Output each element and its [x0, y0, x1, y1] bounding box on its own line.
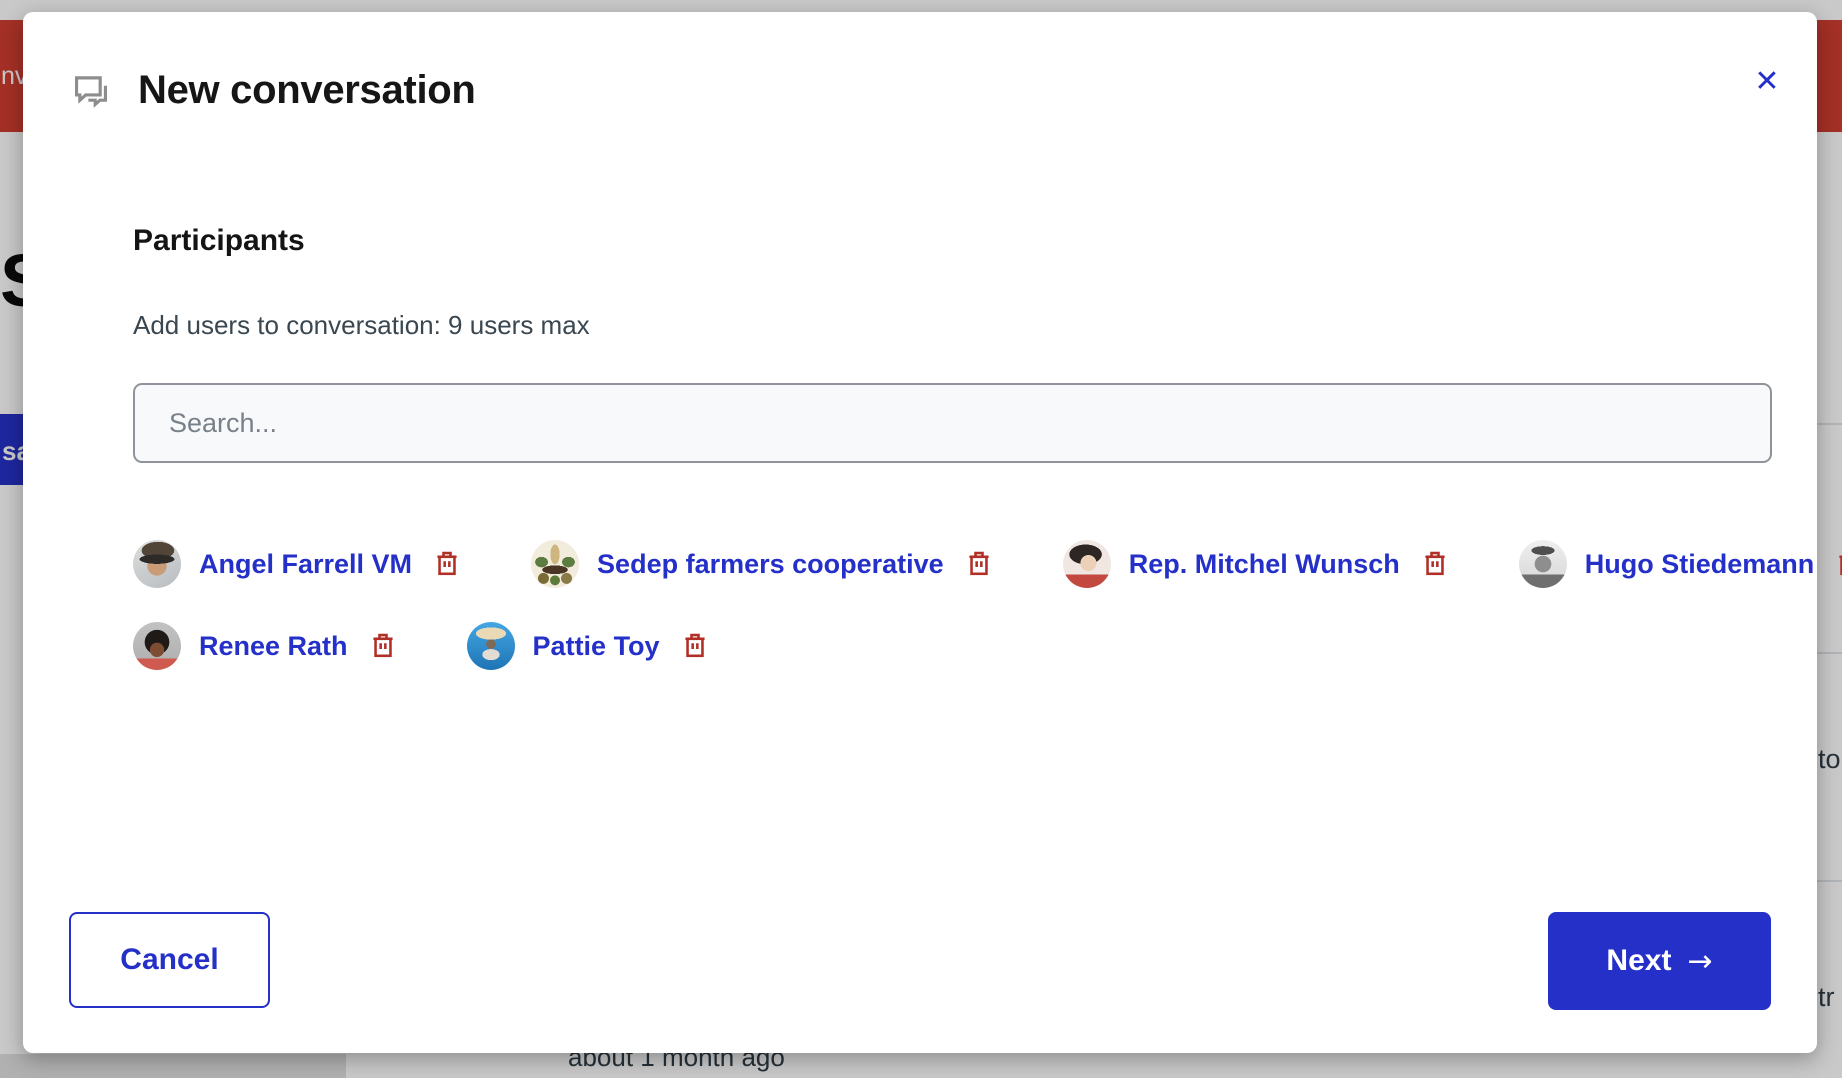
participants-list: Angel Farrell VM Sedep farmers cooperati… [133, 540, 1771, 704]
next-button-label: Next [1606, 944, 1671, 978]
trash-icon[interactable] [1835, 550, 1842, 578]
avatar [1063, 540, 1111, 588]
participant-item: Hugo Stiedemann [1519, 540, 1842, 588]
participant-name-link[interactable]: Pattie Toy [533, 631, 660, 662]
next-button[interactable]: Next → [1548, 912, 1771, 1010]
participant-name-link[interactable]: Angel Farrell VM [199, 549, 412, 580]
participants-description: Add users to conversation: 9 users max [133, 310, 590, 341]
participants-heading: Participants [133, 224, 305, 258]
trash-icon[interactable] [1421, 550, 1449, 578]
close-icon[interactable]: ✕ [1745, 60, 1789, 104]
participant-item: Renee Rath [133, 622, 397, 670]
cancel-button[interactable]: Cancel [69, 912, 270, 1008]
trash-icon[interactable] [965, 550, 993, 578]
participant-item: Sedep farmers cooperative [531, 540, 993, 588]
search-input[interactable] [133, 383, 1772, 463]
trash-icon[interactable] [433, 550, 461, 578]
participants-row: Renee Rath Pattie Toy [133, 622, 1771, 670]
avatar [531, 540, 579, 588]
participant-name-link[interactable]: Rep. Mitchel Wunsch [1129, 549, 1400, 580]
trash-icon[interactable] [369, 632, 397, 660]
participants-row: Angel Farrell VM Sedep farmers cooperati… [133, 540, 1771, 588]
avatar [1519, 540, 1567, 588]
avatar [133, 622, 181, 670]
arrow-right-icon: → [1687, 944, 1712, 979]
participant-item: Pattie Toy [467, 622, 709, 670]
modal-header: New conversation [70, 68, 476, 113]
trash-icon[interactable] [681, 632, 709, 660]
modal-title: New conversation [138, 68, 476, 113]
participant-name-link[interactable]: Sedep farmers cooperative [597, 549, 944, 580]
participant-name-link[interactable]: Renee Rath [199, 631, 348, 662]
participant-item: Angel Farrell VM [133, 540, 461, 588]
avatar [467, 622, 515, 670]
new-conversation-modal: ✕ New conversation Participants Add user… [23, 12, 1817, 1053]
participant-item: Rep. Mitchel Wunsch [1063, 540, 1449, 588]
forum-icon [70, 70, 112, 112]
avatar [133, 540, 181, 588]
participant-name-link[interactable]: Hugo Stiedemann [1585, 549, 1815, 580]
